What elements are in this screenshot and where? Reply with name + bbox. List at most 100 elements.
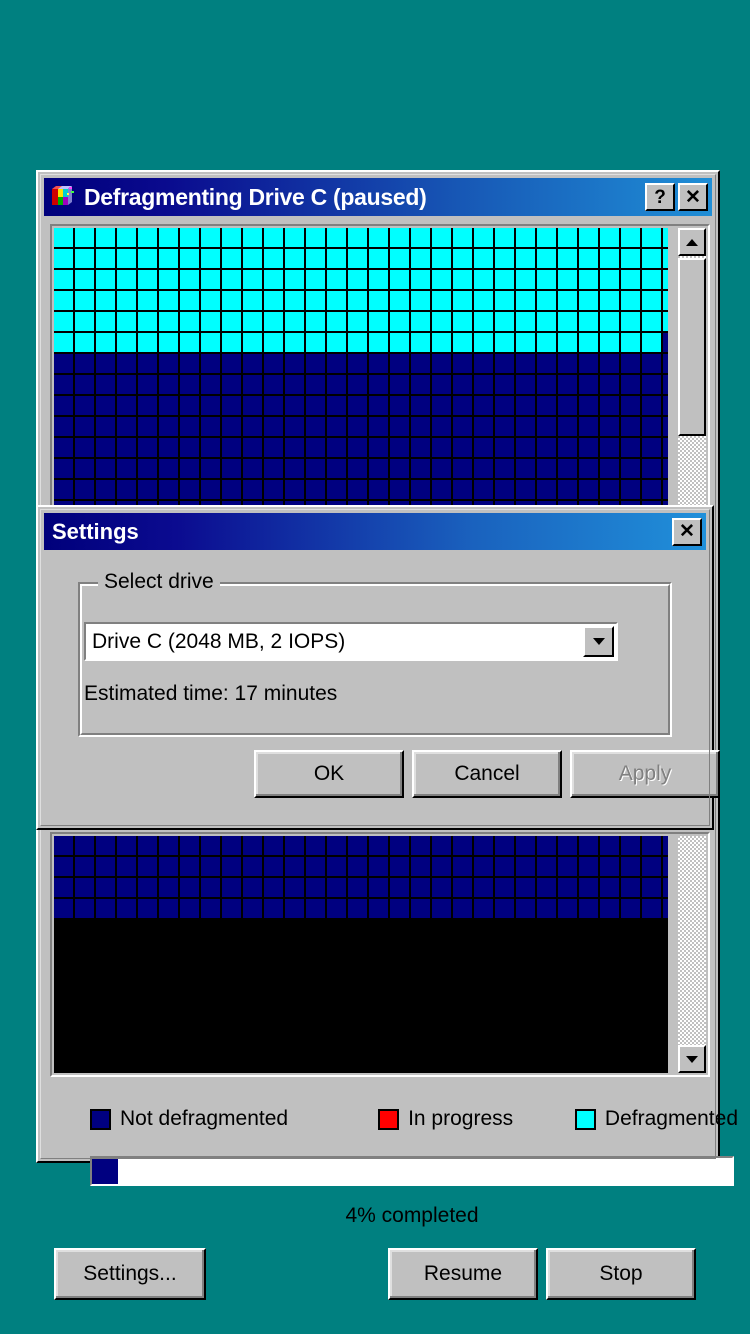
block-cell [390,899,409,918]
block-cell [369,417,388,436]
block-cell [180,459,199,478]
legend-swatch-not-defragmented [90,1108,111,1130]
block-cell [75,459,94,478]
block-cell [264,396,283,415]
block-cell [264,899,283,918]
drive-select[interactable]: Drive C (2048 MB, 2 IOPS) [84,622,618,661]
block-cell [432,228,451,247]
block-cell [432,459,451,478]
block-cell [516,396,535,415]
block-cell [327,354,346,373]
block-cell [348,899,367,918]
scroll-down-arrow[interactable] [678,1045,706,1073]
block-cell [348,417,367,436]
legend-label-in-progress: In progress [408,1107,514,1130]
block-cell [621,249,640,268]
block-cell [516,270,535,289]
block-cell [285,354,304,373]
block-cell [243,878,262,897]
block-cell [495,228,514,247]
block-cell [516,878,535,897]
chevron-down-icon[interactable] [583,626,614,657]
cancel-button[interactable]: Cancel [412,750,562,798]
block-cell [222,459,241,478]
resume-button[interactable]: Resume [388,1248,538,1300]
block-cell [663,291,668,310]
block-cell [96,459,115,478]
block-cell [348,396,367,415]
block-cell [369,228,388,247]
block-cell [54,333,73,352]
block-cell [390,228,409,247]
block-cell [222,878,241,897]
block-cell [663,228,668,247]
block-cell [474,438,493,457]
block-cell [96,480,115,499]
block-cell [180,354,199,373]
block-cell [369,857,388,876]
scrollbar-track-bottom[interactable] [678,836,706,1045]
block-cell [558,249,577,268]
block-cell [222,438,241,457]
block-cell [285,228,304,247]
block-cell [621,836,640,855]
block-cell [222,249,241,268]
block-cell [243,270,262,289]
block-cell [495,836,514,855]
block-cell [495,480,514,499]
scroll-thumb[interactable] [678,258,706,436]
block-cell [54,438,73,457]
settings-titlebar[interactable]: Settings ✕ [44,513,706,550]
block-cell [558,375,577,394]
block-cell [432,857,451,876]
block-cell [600,270,619,289]
block-cell [75,291,94,310]
help-button[interactable]: ? [645,183,675,211]
settings-button[interactable]: Settings... [54,1248,206,1300]
block-cell [54,249,73,268]
block-map-bottom-panel [50,832,710,1077]
block-cell [243,480,262,499]
close-icon[interactable]: ✕ [678,183,708,211]
block-cell [411,312,430,331]
settings-close-icon[interactable]: ✕ [672,517,702,546]
block-cell [516,333,535,352]
block-cell [159,857,178,876]
block-cell [117,270,136,289]
block-cell [222,836,241,855]
stop-button[interactable]: Stop [546,1248,696,1300]
block-cell [516,438,535,457]
block-cell [285,417,304,436]
block-cell [537,270,556,289]
block-cell [600,459,619,478]
ok-button[interactable]: OK [254,750,404,798]
apply-button: Apply [570,750,720,798]
block-cell [180,396,199,415]
block-cell [222,270,241,289]
block-cell [663,333,668,352]
block-cell [348,438,367,457]
block-cell [537,396,556,415]
block-cell [495,291,514,310]
estimated-time-label: Estimated time: 17 minutes [84,682,338,705]
main-titlebar[interactable]: Defragmenting Drive C (paused) ? ✕ [44,178,712,216]
block-cell [306,333,325,352]
block-cell [600,836,619,855]
block-cell [516,857,535,876]
block-cell [201,354,220,373]
block-cell [159,836,178,855]
block-cell [243,249,262,268]
block-cell [663,396,668,415]
block-cell [264,291,283,310]
block-cell [348,878,367,897]
block-cell [537,291,556,310]
block-cell [243,459,262,478]
block-cell [201,249,220,268]
scroll-up-arrow[interactable] [678,228,706,256]
block-cell [642,333,661,352]
block-map-bottom-grid[interactable] [54,836,668,1073]
block-cell [180,375,199,394]
block-cell [96,396,115,415]
block-cell [642,417,661,436]
block-cell [369,899,388,918]
